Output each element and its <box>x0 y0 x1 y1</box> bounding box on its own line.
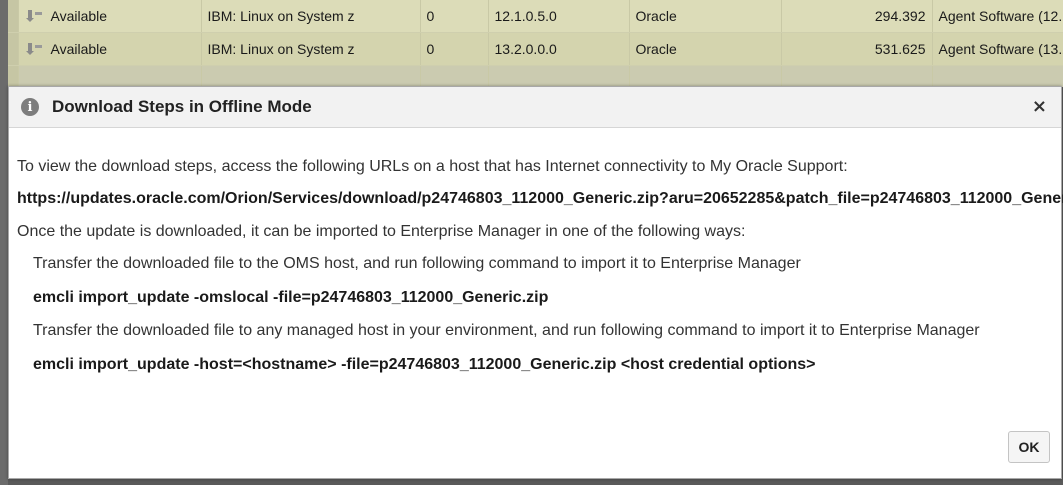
ok-button[interactable]: OK <box>1008 431 1050 463</box>
updates-table: Available IBM: Linux on System z 0 12.1.… <box>8 0 1063 87</box>
vendor-cell: Oracle <box>629 0 782 33</box>
platform-cell: IBM: Linux on System z <box>201 32 421 66</box>
table-row[interactable]: Available IBM: Linux on System z 0 12.1.… <box>8 0 1063 33</box>
import-intro-text: Once the update is downloaded, it can be… <box>17 223 746 240</box>
option1-text: Transfer the downloaded file to the OMS … <box>33 255 801 272</box>
left-frame-strip <box>0 0 8 485</box>
download-available-icon <box>25 10 42 22</box>
description-cell: Agent Software (13.2 <box>932 32 1063 66</box>
option2-command: emcli import_update -host=<hostname> -fi… <box>33 356 816 373</box>
status-text: Available <box>50 8 108 24</box>
size-cell <box>781 65 933 87</box>
status-cell: Available <box>18 0 202 33</box>
platform-cell <box>201 65 421 87</box>
row-selector <box>8 65 19 87</box>
status-cell <box>18 65 202 87</box>
status-text: Available <box>50 41 108 57</box>
vendor-cell: Oracle <box>629 32 782 66</box>
status-cell: Available <box>18 32 202 66</box>
row-selector <box>8 32 19 66</box>
version-cell <box>488 65 630 87</box>
size-cell: 294.392 <box>781 0 933 33</box>
table-row[interactable]: Available IBM: Linux on System z 0 13.2.… <box>8 32 1063 66</box>
vendor-cell <box>629 65 782 87</box>
dialog-title: Download Steps in Offline Mode <box>52 97 312 116</box>
table-row[interactable] <box>8 65 1063 87</box>
size-cell: 531.625 <box>781 32 933 66</box>
download-available-icon <box>25 43 42 55</box>
intro-text: To view the download steps, access the f… <box>17 158 848 175</box>
description-cell <box>932 65 1063 87</box>
info-icon: i <box>21 98 39 116</box>
close-button[interactable]: × <box>1032 96 1047 117</box>
download-url[interactable]: https://updates.oracle.com/Orion/Service… <box>17 190 1063 208</box>
version-cell: 12.1.0.5.0 <box>488 0 630 33</box>
row-selector <box>8 0 19 33</box>
offline-download-dialog: i Download Steps in Offline Mode × To vi… <box>8 86 1063 479</box>
count-cell: 0 <box>420 32 489 66</box>
count-cell <box>420 65 489 87</box>
platform-cell: IBM: Linux on System z <box>201 0 421 33</box>
option1-command: emcli import_update -omslocal -file=p247… <box>33 289 549 306</box>
version-cell: 13.2.0.0.0 <box>488 32 630 66</box>
description-cell: Agent Software (12.1 <box>932 0 1063 33</box>
count-cell: 0 <box>420 0 489 33</box>
dialog-header: i Download Steps in Offline Mode × <box>9 87 1061 128</box>
option2-text: Transfer the downloaded file to any mana… <box>33 322 980 339</box>
